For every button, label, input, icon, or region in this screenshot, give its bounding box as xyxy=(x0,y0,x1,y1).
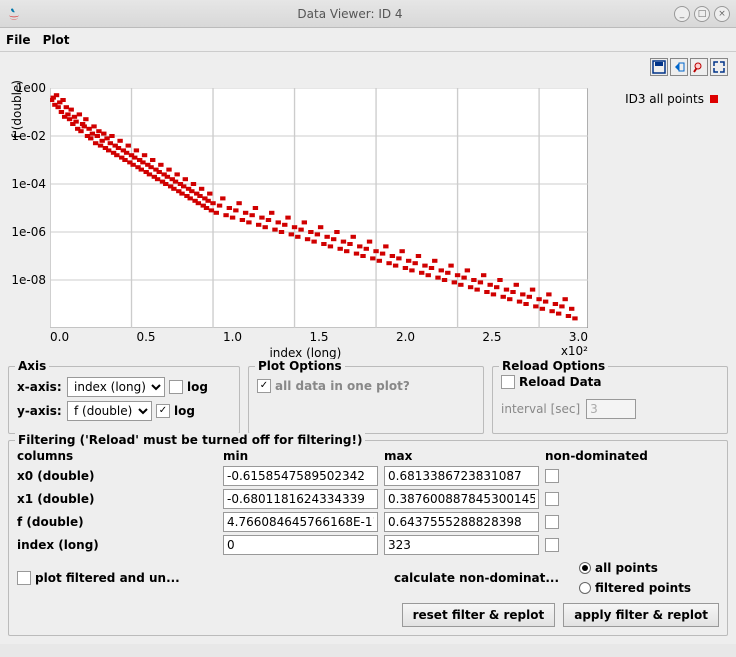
window-titlebar: Data Viewer: ID 4 _ □ × xyxy=(0,0,736,28)
legend-label: ID3 all points xyxy=(625,92,704,106)
filter-max-input[interactable] xyxy=(384,512,539,532)
filter-col-label: x0 (double) xyxy=(17,469,217,483)
col-header-columns: columns xyxy=(17,449,217,463)
filter-max-input[interactable] xyxy=(384,466,539,486)
maximize-button[interactable]: □ xyxy=(694,6,710,22)
filter-nondom-checkbox[interactable] xyxy=(545,538,559,552)
all-data-one-plot-checkbox xyxy=(257,379,271,393)
menubar: File Plot xyxy=(0,28,736,52)
col-header-nondom: non-dominated xyxy=(545,449,665,463)
axis-group: Axis x-axis: index (long) log y-axis: f … xyxy=(8,366,240,434)
y-axis-label-text: y-axis: xyxy=(17,404,63,418)
close-button[interactable]: × xyxy=(714,6,730,22)
window-title: Data Viewer: ID 4 xyxy=(26,7,674,21)
interval-label: interval [sec] xyxy=(501,402,580,416)
reset-filter-button[interactable]: reset filter & replot xyxy=(402,603,556,627)
apply-filter-button[interactable]: apply filter & replot xyxy=(563,603,719,627)
save-icon[interactable] xyxy=(650,58,668,76)
java-icon xyxy=(6,6,22,22)
filter-max-input[interactable] xyxy=(384,489,539,509)
plot-options-group: Plot Options all data in one plot? xyxy=(248,366,484,434)
zoom-icon[interactable] xyxy=(690,58,708,76)
calc-nondom-label: calculate non-dominat... xyxy=(237,571,559,585)
reload-options-group: Reload Options Reload Data interval [sec… xyxy=(492,366,728,434)
filter-col-label: f (double) xyxy=(17,515,217,529)
plot-filtered-checkbox[interactable] xyxy=(17,571,31,585)
filter-min-input[interactable] xyxy=(223,535,378,555)
reload-data-checkbox[interactable] xyxy=(501,375,515,389)
chart-legend: ID3 all points xyxy=(625,92,718,106)
menu-file[interactable]: File xyxy=(6,33,31,47)
reset-zoom-icon[interactable] xyxy=(670,58,688,76)
x-axis-label-text: x-axis: xyxy=(17,380,63,394)
interval-input[interactable] xyxy=(586,399,636,419)
x-axis-multiplier: x10² xyxy=(561,344,588,360)
x-axis-select[interactable]: index (long) xyxy=(67,377,165,397)
filter-nondom-checkbox[interactable] xyxy=(545,492,559,506)
col-header-min: min xyxy=(223,449,378,463)
legend-swatch xyxy=(710,95,718,103)
filter-max-input[interactable] xyxy=(384,535,539,555)
fullscreen-icon[interactable] xyxy=(710,58,728,76)
radio-filtered-points[interactable] xyxy=(579,582,591,594)
scatter-plot[interactable]: 1e001e-021e-041e-061e-08 ID3 all points xyxy=(50,88,588,328)
y-log-checkbox[interactable] xyxy=(156,404,170,418)
filter-nondom-checkbox[interactable] xyxy=(545,515,559,529)
filter-min-input[interactable] xyxy=(223,512,378,532)
filter-col-label: x1 (double) xyxy=(17,492,217,506)
x-axis-label: index (long) xyxy=(50,344,561,360)
y-axis-select[interactable]: f (double) xyxy=(67,401,152,421)
chart-toolbar xyxy=(8,56,728,80)
filter-min-input[interactable] xyxy=(223,489,378,509)
filter-nondom-checkbox[interactable] xyxy=(545,469,559,483)
col-header-max: max xyxy=(384,449,539,463)
filtering-group: Filtering ('Reload' must be turned off f… xyxy=(8,440,728,636)
minimize-button[interactable]: _ xyxy=(674,6,690,22)
x-log-checkbox[interactable] xyxy=(169,380,183,394)
filter-min-input[interactable] xyxy=(223,466,378,486)
radio-all-points[interactable] xyxy=(579,562,591,574)
filter-col-label: index (long) xyxy=(17,538,217,552)
menu-plot[interactable]: Plot xyxy=(43,33,70,47)
